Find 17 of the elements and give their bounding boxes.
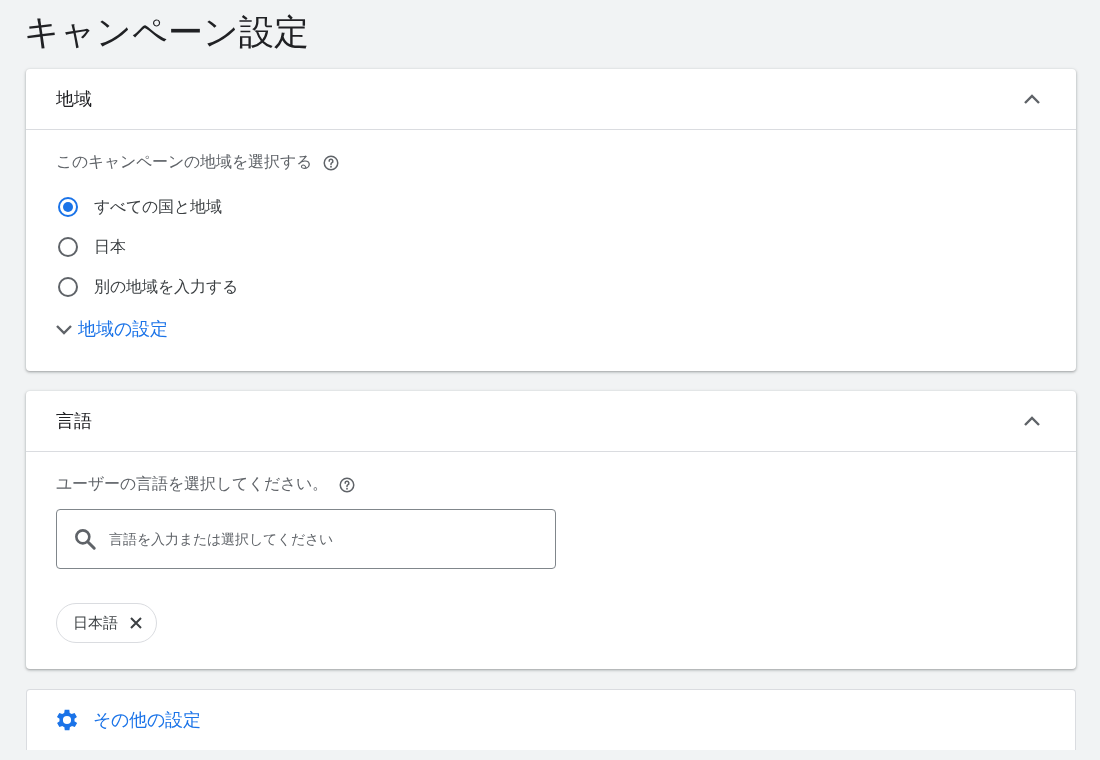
help-icon[interactable] <box>338 475 356 494</box>
language-search-field[interactable]: 言語を入力または選択してください <box>56 509 556 569</box>
page-title: キャンペーン設定 <box>24 11 310 53</box>
radio-label: すべての国と地域 <box>94 196 222 217</box>
help-icon[interactable] <box>322 153 340 172</box>
radio-label: 日本 <box>94 236 126 257</box>
location-settings-link[interactable]: 地域の設定 <box>52 317 168 341</box>
question-label: ユーザーの言語を選択してください。 <box>56 474 328 494</box>
panel-title: 地域 <box>56 88 92 111</box>
radio-label: 別の地域を入力する <box>94 276 238 297</box>
chip-label: 日本語 <box>73 613 118 633</box>
question-label: このキャンペーンの地域を選択する <box>56 152 312 172</box>
radio-button[interactable] <box>58 197 78 217</box>
panel-title: 言語 <box>56 410 92 433</box>
other-settings-link[interactable]: その他の設定 <box>53 706 201 734</box>
radio-button[interactable] <box>58 277 78 297</box>
radio-button[interactable] <box>58 237 78 257</box>
